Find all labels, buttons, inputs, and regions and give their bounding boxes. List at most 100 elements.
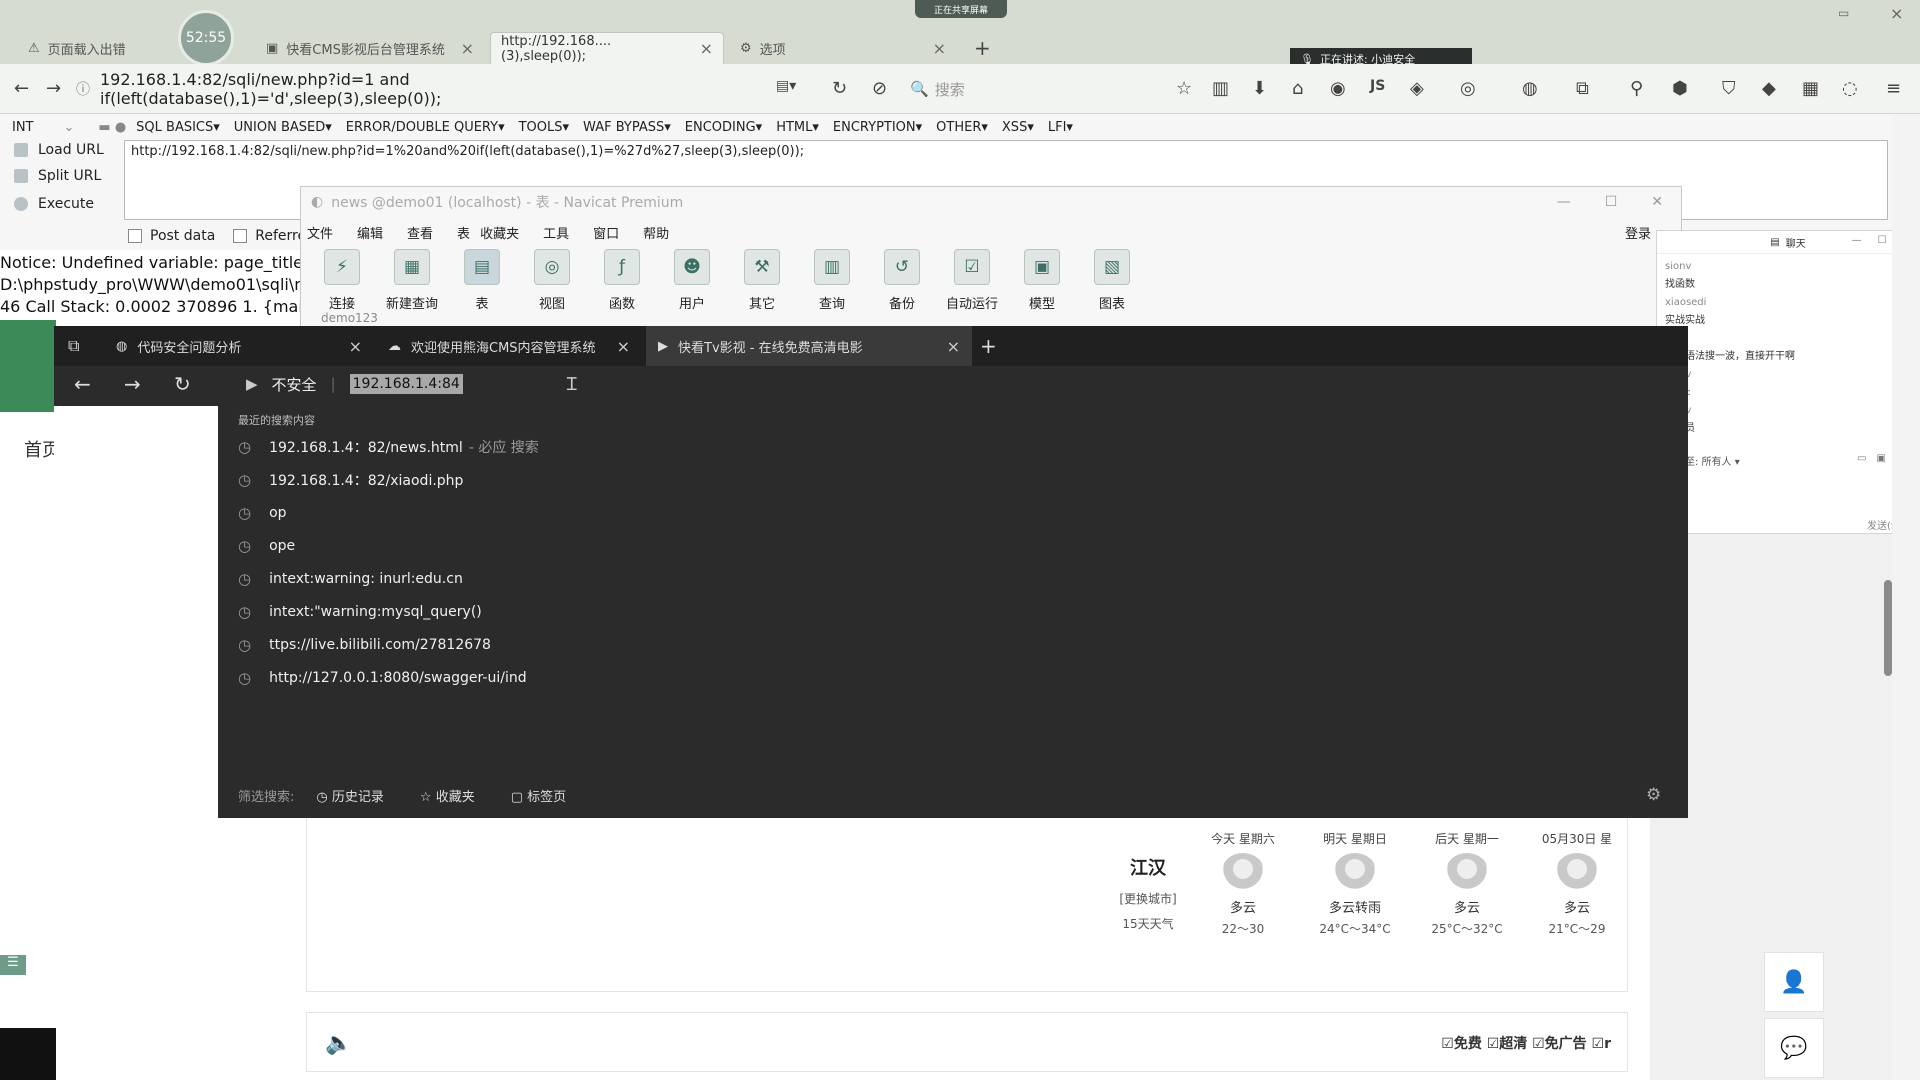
bookmark-star-icon[interactable]: ☆ — [1176, 78, 1192, 99]
ff-tab-options[interactable]: ⚙ 选项 × — [730, 32, 956, 64]
injection-type-select[interactable]: INT — [12, 120, 34, 135]
menu-html[interactable]: HTML▾ — [776, 120, 819, 135]
post-data-checkbox[interactable]: Post data — [128, 228, 215, 244]
menu-union-based[interactable]: UNION BASED▾ — [234, 120, 332, 135]
toggle-icon[interactable]: ▬ ● — [98, 120, 126, 135]
block-icon[interactable]: ⊘ — [872, 78, 887, 99]
load-url-button[interactable]: Load URL — [14, 142, 104, 158]
execute-button[interactable]: Execute — [14, 196, 94, 212]
url-bar[interactable]: ⓘ 192.168.1.4:82/sqli/new.php?id=1 and i… — [76, 70, 756, 108]
maximize-icon[interactable]: ☐ — [1878, 235, 1887, 246]
gear-icon[interactable]: ⚙ — [1646, 785, 1661, 805]
menu-tools[interactable]: TOOLS▾ — [519, 120, 569, 135]
reload-icon[interactable]: ↻ — [174, 372, 191, 396]
js-toggle-icon[interactable]: JS — [1370, 78, 1385, 94]
menu-file[interactable]: 文件 — [307, 223, 333, 242]
edge-address-bar[interactable]: ▶ 不安全 | 192.168.1.4:84 Ɪ — [246, 368, 577, 400]
maximize-icon[interactable]: ☐ — [1605, 194, 1618, 210]
close-icon[interactable]: ✕ — [1651, 194, 1663, 210]
menu-other[interactable]: OTHER▾ — [936, 120, 988, 135]
history-item[interactable]: ◷ intext:warning: inurl:edu.cn — [238, 562, 463, 595]
menu-view[interactable]: 查看 — [407, 223, 433, 242]
menu-table[interactable]: 表 — [457, 223, 470, 242]
file-icon[interactable]: ▭ — [1857, 453, 1866, 464]
close-tab-icon[interactable]: × — [700, 39, 713, 58]
tool-query[interactable]: ▥ 查询 — [799, 249, 865, 321]
shield-icon[interactable]: ⛉ — [1722, 78, 1736, 99]
split-url-button[interactable]: Split URL — [14, 168, 101, 184]
history-item[interactable]: ◷ ttps://live.bilibili.com/27812678 — [238, 628, 491, 661]
back-icon[interactable]: ← — [14, 78, 29, 99]
history-item[interactable]: ◷ 192.168.1.4：82/news.html - 必应 搜索 — [238, 430, 539, 463]
tool-backup[interactable]: ↺ 备份 — [869, 249, 935, 321]
close-tab-icon[interactable]: × — [933, 39, 946, 58]
chevron-down-icon[interactable]: ⌄ — [64, 120, 75, 135]
speaker-icon[interactable]: 🔈 — [325, 1031, 352, 1056]
tool-others[interactable]: ⚒ 其它 — [729, 249, 795, 321]
image-icon[interactable]: ▣ — [1876, 453, 1885, 464]
filter-history[interactable]: ◷ 历史记录 — [316, 786, 384, 805]
edge-tab-code-security[interactable]: ◍ 代码安全问题分析 × — [104, 326, 374, 366]
tab-actions-icon[interactable]: ⧉ — [68, 336, 79, 356]
ff-tab-kuaikan-admin[interactable]: ▣ 快看CMS影视后台管理系统 × — [256, 32, 484, 64]
hamburger-menu-icon[interactable]: ≡ — [1886, 78, 1901, 99]
message-icon[interactable]: 💬 — [1764, 1018, 1824, 1078]
change-city-link[interactable]: [更换城市] — [1110, 890, 1186, 907]
menu-waf-bypass[interactable]: WAF BYPASS▾ — [583, 120, 671, 135]
zoom-icon[interactable]: ⚲ — [1630, 78, 1643, 99]
addon-icon[interactable]: ⧉ — [1576, 78, 1589, 99]
menu-tools[interactable]: 工具 — [543, 223, 569, 242]
close-tab-icon[interactable]: × — [349, 337, 362, 356]
forward-icon[interactable]: → — [46, 78, 61, 99]
menu-lfi[interactable]: LFI▾ — [1048, 120, 1073, 135]
history-item[interactable]: ◷ http://127.0.0.1:8080/swagger-ui/ind — [238, 661, 527, 694]
tool-automation[interactable]: ☑ 自动运行 — [939, 249, 1005, 321]
edge-tab-kuaikan-tv[interactable]: ▶ 快看Tv影视 - 在线免费高清电影 × — [646, 326, 972, 366]
close-tab-icon[interactable]: × — [947, 337, 960, 356]
tree-item[interactable]: demo123 — [321, 311, 378, 325]
menu-encryption[interactable]: ENCRYPTION▾ — [833, 120, 922, 135]
history-item[interactable]: ◷ 192.168.1.4：82/xiaodi.php — [238, 463, 463, 496]
menu-help[interactable]: 帮助 — [643, 223, 669, 242]
tool-view[interactable]: ◎ 视图 — [519, 249, 585, 321]
minimize-icon[interactable]: — — [1557, 194, 1571, 210]
tool-user[interactable]: ☻ 用户 — [659, 249, 725, 321]
info-icon[interactable]: ⓘ — [76, 79, 90, 99]
menu-xss[interactable]: XSS▾ — [1002, 120, 1034, 135]
reading-list-icon[interactable]: ▥ — [1212, 78, 1229, 99]
tool-table[interactable]: ▤ 表 — [449, 249, 515, 321]
forward-icon[interactable]: → — [124, 372, 141, 396]
ff-tab-sqli-active[interactable]: http://192.168....(3),sleep(0)); × — [490, 32, 724, 64]
login-button[interactable]: 登录 — [1625, 223, 1651, 242]
minimize-icon[interactable]: ▭ — [1838, 6, 1849, 20]
tool-model[interactable]: ▣ 模型 — [1009, 249, 1075, 321]
history-item[interactable]: ◷ intext:"warning:mysql_query() — [238, 595, 482, 628]
filter-tabs[interactable]: ▢ 标签页 — [511, 786, 566, 805]
menu-favorites[interactable]: 收藏夹 — [480, 223, 519, 242]
addon-icon[interactable]: ▦ — [1802, 78, 1819, 99]
tool-function[interactable]: ƒ 函数 — [589, 249, 655, 321]
download-icon[interactable]: ⬇ — [1252, 78, 1267, 99]
search-box[interactable]: 🔍 搜索 — [910, 74, 965, 104]
new-tab-button[interactable]: + — [974, 36, 991, 60]
history-item[interactable]: ◷ op — [238, 496, 287, 529]
addon-globe-icon[interactable]: ◉ — [1330, 78, 1346, 99]
fifteen-day-link[interactable]: 15天天气 — [1110, 915, 1186, 932]
scrollbar-thumb[interactable] — [1884, 580, 1892, 676]
home-icon[interactable]: ⌂ — [1292, 78, 1303, 99]
menu-sql-basics[interactable]: SQL BASICS▾ — [136, 120, 220, 135]
not-secure-label[interactable]: 不安全 — [272, 374, 317, 395]
edge-tab-xionghai-cms[interactable]: ☁ 欢迎使用熊海CMS内容管理系统 × — [376, 326, 642, 366]
close-tab-icon[interactable]: × — [617, 337, 630, 356]
page-action-icon[interactable]: ▤▾ — [776, 78, 796, 94]
close-window-icon[interactable]: × — [1890, 4, 1903, 23]
ff-tab-error[interactable]: ⚠ 页面载入出错 — [18, 32, 178, 64]
adblock-icon[interactable]: ⬢ — [1672, 78, 1688, 99]
menu-error-double-query[interactable]: ERROR/DOUBLE QUERY▾ — [346, 120, 505, 135]
history-item[interactable]: ◷ ope — [238, 529, 295, 562]
minimize-icon[interactable]: — — [1852, 235, 1862, 246]
addon-icon[interactable]: ◌ — [1842, 78, 1858, 99]
user-icon[interactable]: 👤 — [1764, 952, 1824, 1012]
menu-window[interactable]: 窗口 — [593, 223, 619, 242]
close-tab-icon[interactable]: × — [461, 39, 474, 58]
